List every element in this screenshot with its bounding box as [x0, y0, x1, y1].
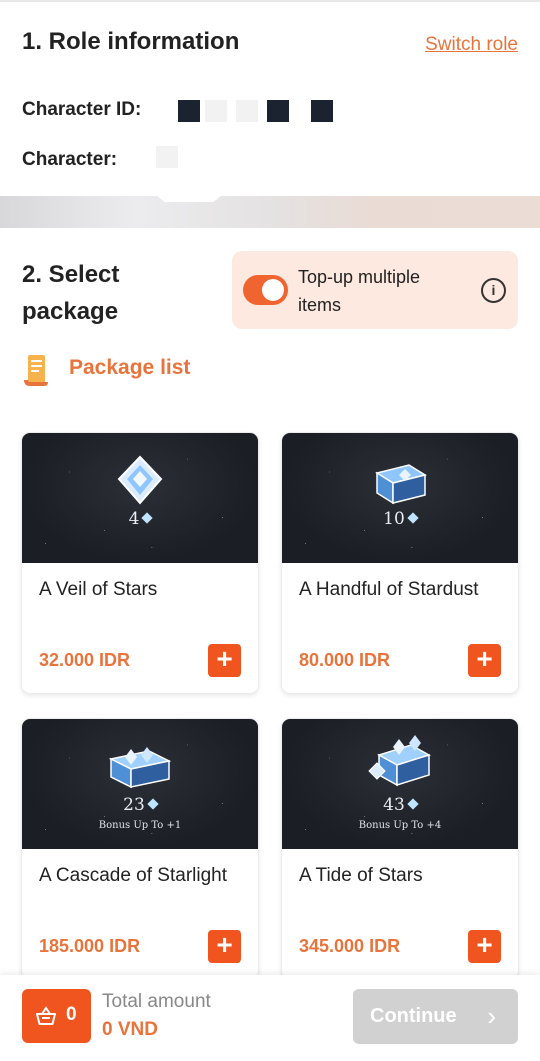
crystal-icon	[117, 455, 163, 505]
basket-icon	[36, 1006, 56, 1025]
package-name: A Cascade of Starlight	[39, 865, 227, 886]
package-title-line2: package	[22, 298, 119, 325]
multi-topup-panel: Top-up multiple items i	[232, 251, 518, 329]
package-card[interactable]: 43 Bonus Up To +4 A Tide of Stars 345.00…	[282, 719, 518, 979]
decorative-banner	[0, 196, 540, 228]
continue-button[interactable]: Continue ›	[353, 989, 518, 1044]
package-bonus: Bonus Up To +4	[358, 820, 442, 831]
package-quantity: 4	[22, 509, 258, 529]
cart-button[interactable]: 0	[22, 989, 91, 1043]
package-name: A Handful of Stardust	[299, 579, 479, 600]
package-quantity: 23	[22, 795, 258, 815]
add-button[interactable]: +	[208, 930, 241, 963]
package-image: 23 Bonus Up To +1	[22, 719, 258, 849]
continue-label: Continue	[370, 1005, 457, 1027]
info-icon[interactable]: i	[481, 278, 506, 303]
crystal-box-icon	[368, 735, 431, 787]
package-quantity: 43	[282, 795, 518, 815]
package-quantity: 10	[282, 509, 518, 529]
character-id-mask	[311, 100, 333, 122]
select-package-section: 2. Select package Top-up multiple items …	[0, 228, 540, 988]
total-amount-label: Total amount	[102, 991, 211, 1012]
package-title-line1: 2. Select	[22, 261, 120, 288]
character-name-mask	[156, 146, 178, 168]
multi-topup-toggle[interactable]	[243, 275, 288, 305]
total-amount-value: 0 VND	[102, 1019, 158, 1040]
package-price: 32.000 IDR	[39, 650, 131, 670]
crystal-box-icon	[375, 464, 427, 505]
package-image: 4	[22, 433, 258, 563]
package-name: A Tide of Stars	[299, 865, 423, 886]
character-id-mask	[178, 100, 200, 122]
package-name: A Veil of Stars	[39, 579, 158, 600]
cart-count: 0	[66, 1004, 77, 1025]
add-button[interactable]: +	[208, 644, 241, 677]
toggle-knob	[262, 279, 284, 301]
add-button[interactable]: +	[468, 930, 501, 963]
multi-topup-label: Top-up multiple items	[298, 267, 421, 315]
character-id-mask	[267, 100, 289, 122]
character-id-mask	[236, 100, 258, 122]
character-id-label: Character ID:	[22, 99, 142, 120]
package-list-title: Package list	[69, 356, 191, 379]
package-card[interactable]: 23 Bonus Up To +1 A Cascade of Starlight…	[22, 719, 258, 979]
role-section-title: 1. Role information	[22, 28, 240, 55]
character-id-mask	[205, 100, 227, 122]
package-price: 345.000 IDR	[299, 936, 401, 956]
chevron-right-icon: ›	[487, 1001, 496, 1031]
package-price: 80.000 IDR	[299, 650, 391, 670]
role-information-section: 1. Role information Switch role Characte…	[0, 0, 540, 196]
scroll-icon	[24, 355, 48, 386]
crystal-box-icon	[108, 747, 172, 789]
package-bonus: Bonus Up To +1	[98, 820, 182, 831]
package-card[interactable]: 4 A Veil of Stars 32.000 IDR +	[22, 433, 258, 693]
package-card[interactable]: 10 A Handful of Stardust 80.000 IDR +	[282, 433, 518, 693]
switch-role-link[interactable]: Switch role	[425, 34, 518, 56]
package-price: 185.000 IDR	[39, 936, 141, 956]
package-image: 43 Bonus Up To +4	[282, 719, 518, 849]
package-section-title: 2. Select package	[22, 256, 119, 330]
character-label: Character:	[22, 149, 118, 170]
checkout-bar: 0 Total amount 0 VND Continue ›	[0, 975, 540, 1061]
package-image: 10	[282, 433, 518, 563]
add-button[interactable]: +	[468, 644, 501, 677]
